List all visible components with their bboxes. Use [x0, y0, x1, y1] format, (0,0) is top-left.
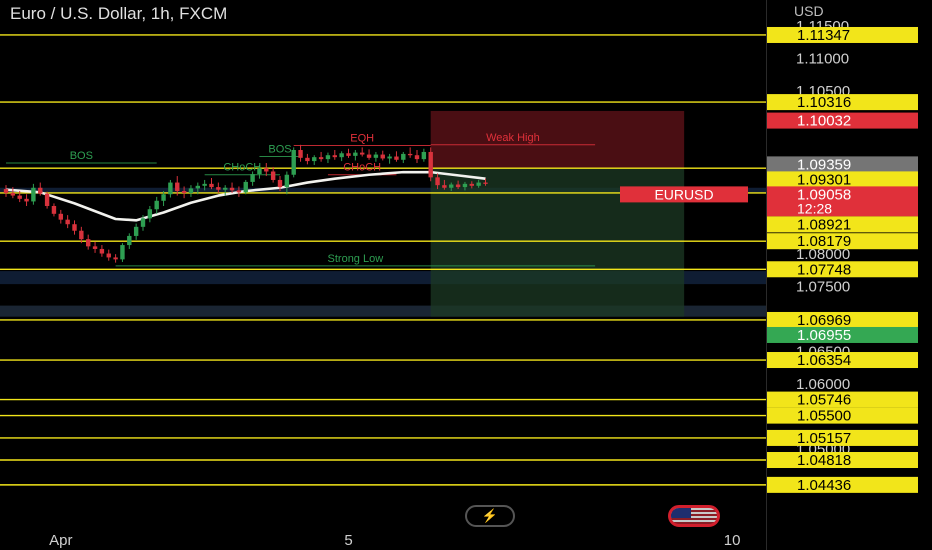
candle — [243, 179, 248, 195]
ema-line — [5, 170, 486, 222]
candle — [72, 220, 77, 235]
structure-label: Strong Low — [328, 253, 384, 265]
candle — [380, 150, 385, 161]
candle — [58, 209, 63, 224]
us-flag-icon[interactable] — [668, 505, 720, 527]
candle — [339, 151, 344, 162]
candle — [209, 178, 214, 190]
x-tick-label: 5 — [344, 532, 352, 549]
price-label-text: 1.10032 — [797, 113, 851, 130]
candle — [168, 179, 173, 198]
candle — [92, 241, 98, 253]
candle — [407, 147, 413, 158]
price-label-text: 1.06354 — [797, 352, 851, 369]
candle — [147, 205, 153, 223]
candle — [318, 151, 324, 162]
candle — [291, 147, 296, 178]
candle — [113, 254, 118, 263]
candle — [154, 196, 159, 214]
candle — [394, 151, 399, 162]
candle — [298, 144, 303, 162]
candle — [373, 151, 379, 162]
candle — [38, 182, 43, 196]
price-label-text: 1.05500 — [797, 408, 851, 425]
candle — [414, 150, 420, 164]
candle — [312, 155, 317, 165]
candle — [65, 215, 70, 229]
candle — [387, 153, 392, 164]
structure-label: CHoCH — [223, 162, 261, 174]
x-tick-label: Apr — [49, 532, 72, 549]
candle — [366, 149, 372, 160]
structure-label: EQH — [350, 132, 374, 144]
price-label-text: 1.08921 — [797, 216, 851, 233]
structure-label: Weak High — [486, 132, 540, 144]
structure-label: BOS — [268, 144, 291, 156]
candle — [305, 153, 310, 165]
price-label-text: 1.04818 — [797, 452, 851, 469]
price-label-text: 1.07748 — [797, 261, 851, 278]
structure-label: BOS — [70, 150, 93, 162]
y-tick-label: 1.06000 — [796, 376, 850, 393]
candle — [51, 203, 57, 217]
candle — [120, 243, 125, 262]
price-label-text: 1.05746 — [797, 392, 851, 409]
candle — [3, 185, 9, 197]
candle — [24, 194, 29, 206]
y-tick-label: 1.07500 — [796, 278, 850, 295]
candle — [401, 151, 406, 164]
candle — [264, 163, 269, 177]
price-label-text: 1.05157 — [797, 430, 851, 447]
symbol-tag-text: EURUSD — [654, 186, 713, 202]
candle — [86, 234, 91, 250]
bar-countdown: 12:28 — [797, 200, 832, 216]
candle — [127, 233, 132, 249]
structure-label: CHoCH — [343, 162, 381, 174]
candle — [346, 148, 351, 158]
candle — [133, 223, 139, 240]
candle — [106, 249, 111, 261]
supply-zone — [430, 110, 685, 169]
y-tick-label: 1.11000 — [796, 51, 849, 68]
price-label-text: 1.08179 — [797, 233, 851, 250]
candle — [353, 150, 358, 161]
price-label-text: 1.11347 — [797, 27, 850, 44]
candle — [325, 152, 331, 164]
candle — [421, 148, 427, 162]
candle — [44, 191, 50, 209]
candle — [99, 245, 105, 257]
price-chart[interactable]: BOS BOS CHoCH CHoCH EQH Weak High Strong Low 1.… — [0, 0, 932, 550]
price-label-text: 1.10316 — [797, 94, 851, 111]
price-label-text: 1.06955 — [797, 327, 851, 344]
candle — [188, 185, 194, 197]
lightning-bolt-icon[interactable]: ⚡ — [465, 505, 515, 527]
candle — [360, 147, 365, 157]
x-tick-label: 10 — [724, 532, 741, 549]
price-label-text: 1.04436 — [797, 477, 851, 494]
candle — [428, 147, 433, 182]
candle — [270, 166, 276, 183]
candle — [332, 150, 337, 160]
candle — [31, 183, 36, 205]
